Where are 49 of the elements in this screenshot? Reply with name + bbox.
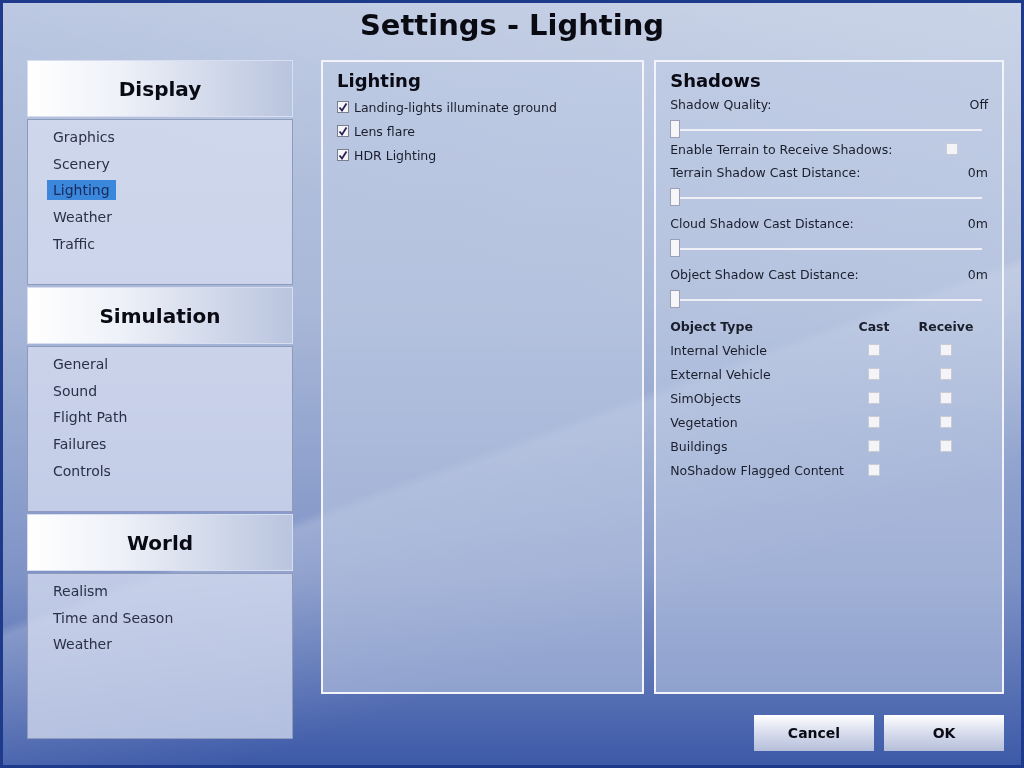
slider-thumb[interactable]: [670, 187, 681, 206]
sidebar-item[interactable]: Failures: [47, 434, 113, 455]
object-type-label: Vegetation: [670, 414, 739, 430]
object-type-label: SimObjects: [670, 390, 742, 406]
sidebar-item[interactable]: Realism: [47, 581, 114, 602]
sidebar-item[interactable]: Graphics: [47, 127, 121, 148]
section-header: Display: [27, 60, 293, 117]
slider-thumb[interactable]: [670, 289, 681, 308]
setting-value: 0m: [967, 164, 988, 180]
sidebar-item[interactable]: Sound: [47, 380, 104, 401]
panel-title: Shadows: [670, 70, 762, 91]
object-type-label: External Vehicle: [670, 366, 772, 382]
setting-label: Enable Terrain to Receive Shadows:: [670, 141, 893, 157]
column-header: Receive: [917, 318, 975, 334]
window-title: Settings - Lighting: [358, 7, 666, 44]
setting-value: 0m: [967, 266, 988, 282]
sidebar-item[interactable]: Weather: [47, 634, 118, 655]
panel-title: Lighting: [337, 70, 422, 91]
checkbox-label: Landing-lights illuminate ground: [354, 99, 557, 115]
sidebar-item[interactable]: Controls: [47, 460, 117, 481]
setting-value: 0m: [967, 215, 988, 231]
slider-thumb[interactable]: [670, 119, 681, 138]
column-header: Object Type: [670, 318, 754, 334]
object-type-label: Buildings: [670, 438, 729, 454]
sidebar-item[interactable]: Time and Season: [47, 607, 180, 628]
setting-label: Cloud Shadow Cast Distance:: [670, 215, 854, 231]
object-type-label: NoShadow Flagged Content: [670, 462, 844, 478]
checkbox-label: HDR Lighting: [354, 147, 437, 163]
sidebar-item[interactable]: Flight Path: [47, 407, 134, 428]
object-type-label: Internal Vehicle: [670, 342, 769, 358]
section-header: Simulation: [27, 287, 293, 344]
setting-label: Object Shadow Cast Distance:: [670, 266, 859, 282]
sidebar-item[interactable]: Traffic: [47, 233, 102, 254]
column-header: Cast: [857, 318, 891, 334]
section-header: World: [27, 514, 293, 571]
checkbox[interactable]: [337, 149, 349, 161]
sidebar-item[interactable]: Scenery: [47, 153, 116, 174]
sidebar-item[interactable]: General: [47, 354, 115, 375]
checkbox-label: Lens flare: [354, 123, 415, 139]
dialog-button[interactable]: Cancel: [754, 715, 874, 751]
setting-label: Terrain Shadow Cast Distance:: [670, 164, 861, 180]
sidebar-item[interactable]: Weather: [47, 207, 118, 228]
setting-value: Off: [969, 96, 988, 112]
sidebar-item[interactable]: Lighting: [47, 180, 116, 201]
setting-label: Shadow Quality:: [670, 96, 772, 112]
slider-thumb[interactable]: [670, 238, 681, 257]
dialog-button[interactable]: OK: [884, 715, 1004, 751]
checkbox[interactable]: [337, 125, 349, 137]
checkbox[interactable]: [337, 101, 349, 113]
